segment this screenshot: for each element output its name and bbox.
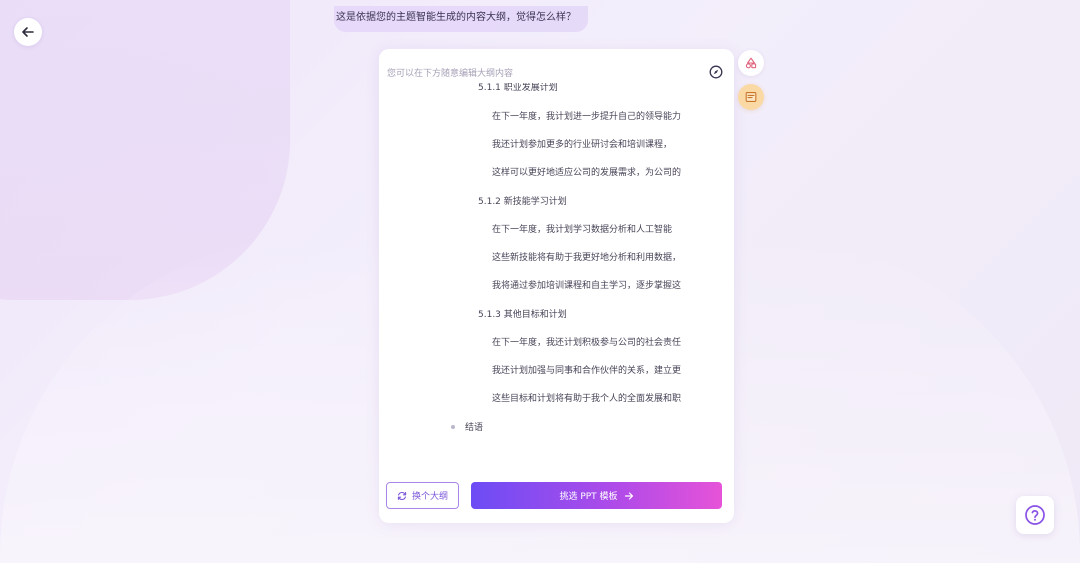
- outline-heading[interactable]: 5.1.2 新技能学习计划: [478, 194, 698, 207]
- outline-top-item-label: 结语: [465, 423, 484, 433]
- assistant-message-bubble: 这是依据您的主题智能生成的内容大纲，觉得怎么样？: [334, 6, 588, 32]
- editor-hint: 您可以在下方随意编辑大纲内容: [387, 69, 514, 79]
- outline-top-item[interactable]: 结语: [451, 420, 483, 433]
- compass-button[interactable]: [708, 64, 724, 80]
- refresh-icon: [397, 491, 407, 500]
- compass-icon: [709, 65, 723, 79]
- help-button[interactable]: [1016, 496, 1054, 534]
- regenerate-outline-button[interactable]: 换个大纲: [386, 482, 459, 509]
- outline-line[interactable]: 这样可以更好地适应公司的发展需求，为公司的: [492, 165, 691, 178]
- shapes-icon: [745, 57, 757, 69]
- help-circle-icon: [1025, 505, 1045, 525]
- arrow-right-icon: [624, 491, 633, 500]
- outline-line[interactable]: 我还计划加强与同事和合作伙伴的关系，建立更: [492, 363, 691, 376]
- outline-heading-cut[interactable]: 5.1.1 职业发展计划: [478, 83, 698, 93]
- outline-line[interactable]: 在下一年度，我还计划积极参与公司的社会责任: [492, 335, 691, 348]
- outline-line[interactable]: 在下一年度，我计划进一步提升自己的领导能力: [492, 109, 691, 122]
- back-button[interactable]: [14, 18, 42, 46]
- regenerate-outline-label: 换个大纲: [411, 492, 448, 502]
- outline-editor-card: 您可以在下方随意编辑大纲内容 5.1.1 职业发展计划 在下一年度，我计划进一步…: [379, 49, 734, 523]
- outline-line[interactable]: 这些目标和计划将有助于我个人的全面发展和职: [492, 391, 691, 404]
- outline-line[interactable]: 我还计划参加更多的行业研讨会和培训课程，: [492, 137, 691, 150]
- outline-content[interactable]: 5.1.1 职业发展计划 在下一年度，我计划进一步提升自己的领导能力 我还计划参…: [379, 83, 734, 478]
- bullet-dot-icon: [451, 424, 455, 429]
- outline-line[interactable]: 这些新技能将有助于我更好地分析和利用数据，: [492, 250, 691, 263]
- outline-line[interactable]: 在下一年度，我计划学习数据分析和人工智能: [492, 222, 691, 235]
- note-edit-icon: [745, 92, 757, 102]
- note-edit-button[interactable]: [738, 84, 764, 110]
- shapes-button[interactable]: [738, 50, 764, 76]
- arrow-left-icon: [22, 27, 34, 37]
- outline-line[interactable]: 我将通过参加培训课程和自主学习，逐步掌握这: [492, 278, 691, 291]
- outline-heading[interactable]: 5.1.3 其他目标和计划: [478, 307, 698, 320]
- choose-template-label: 挑选 PPT 模板: [559, 492, 618, 502]
- choose-ppt-template-button[interactable]: 挑选 PPT 模板: [471, 482, 722, 509]
